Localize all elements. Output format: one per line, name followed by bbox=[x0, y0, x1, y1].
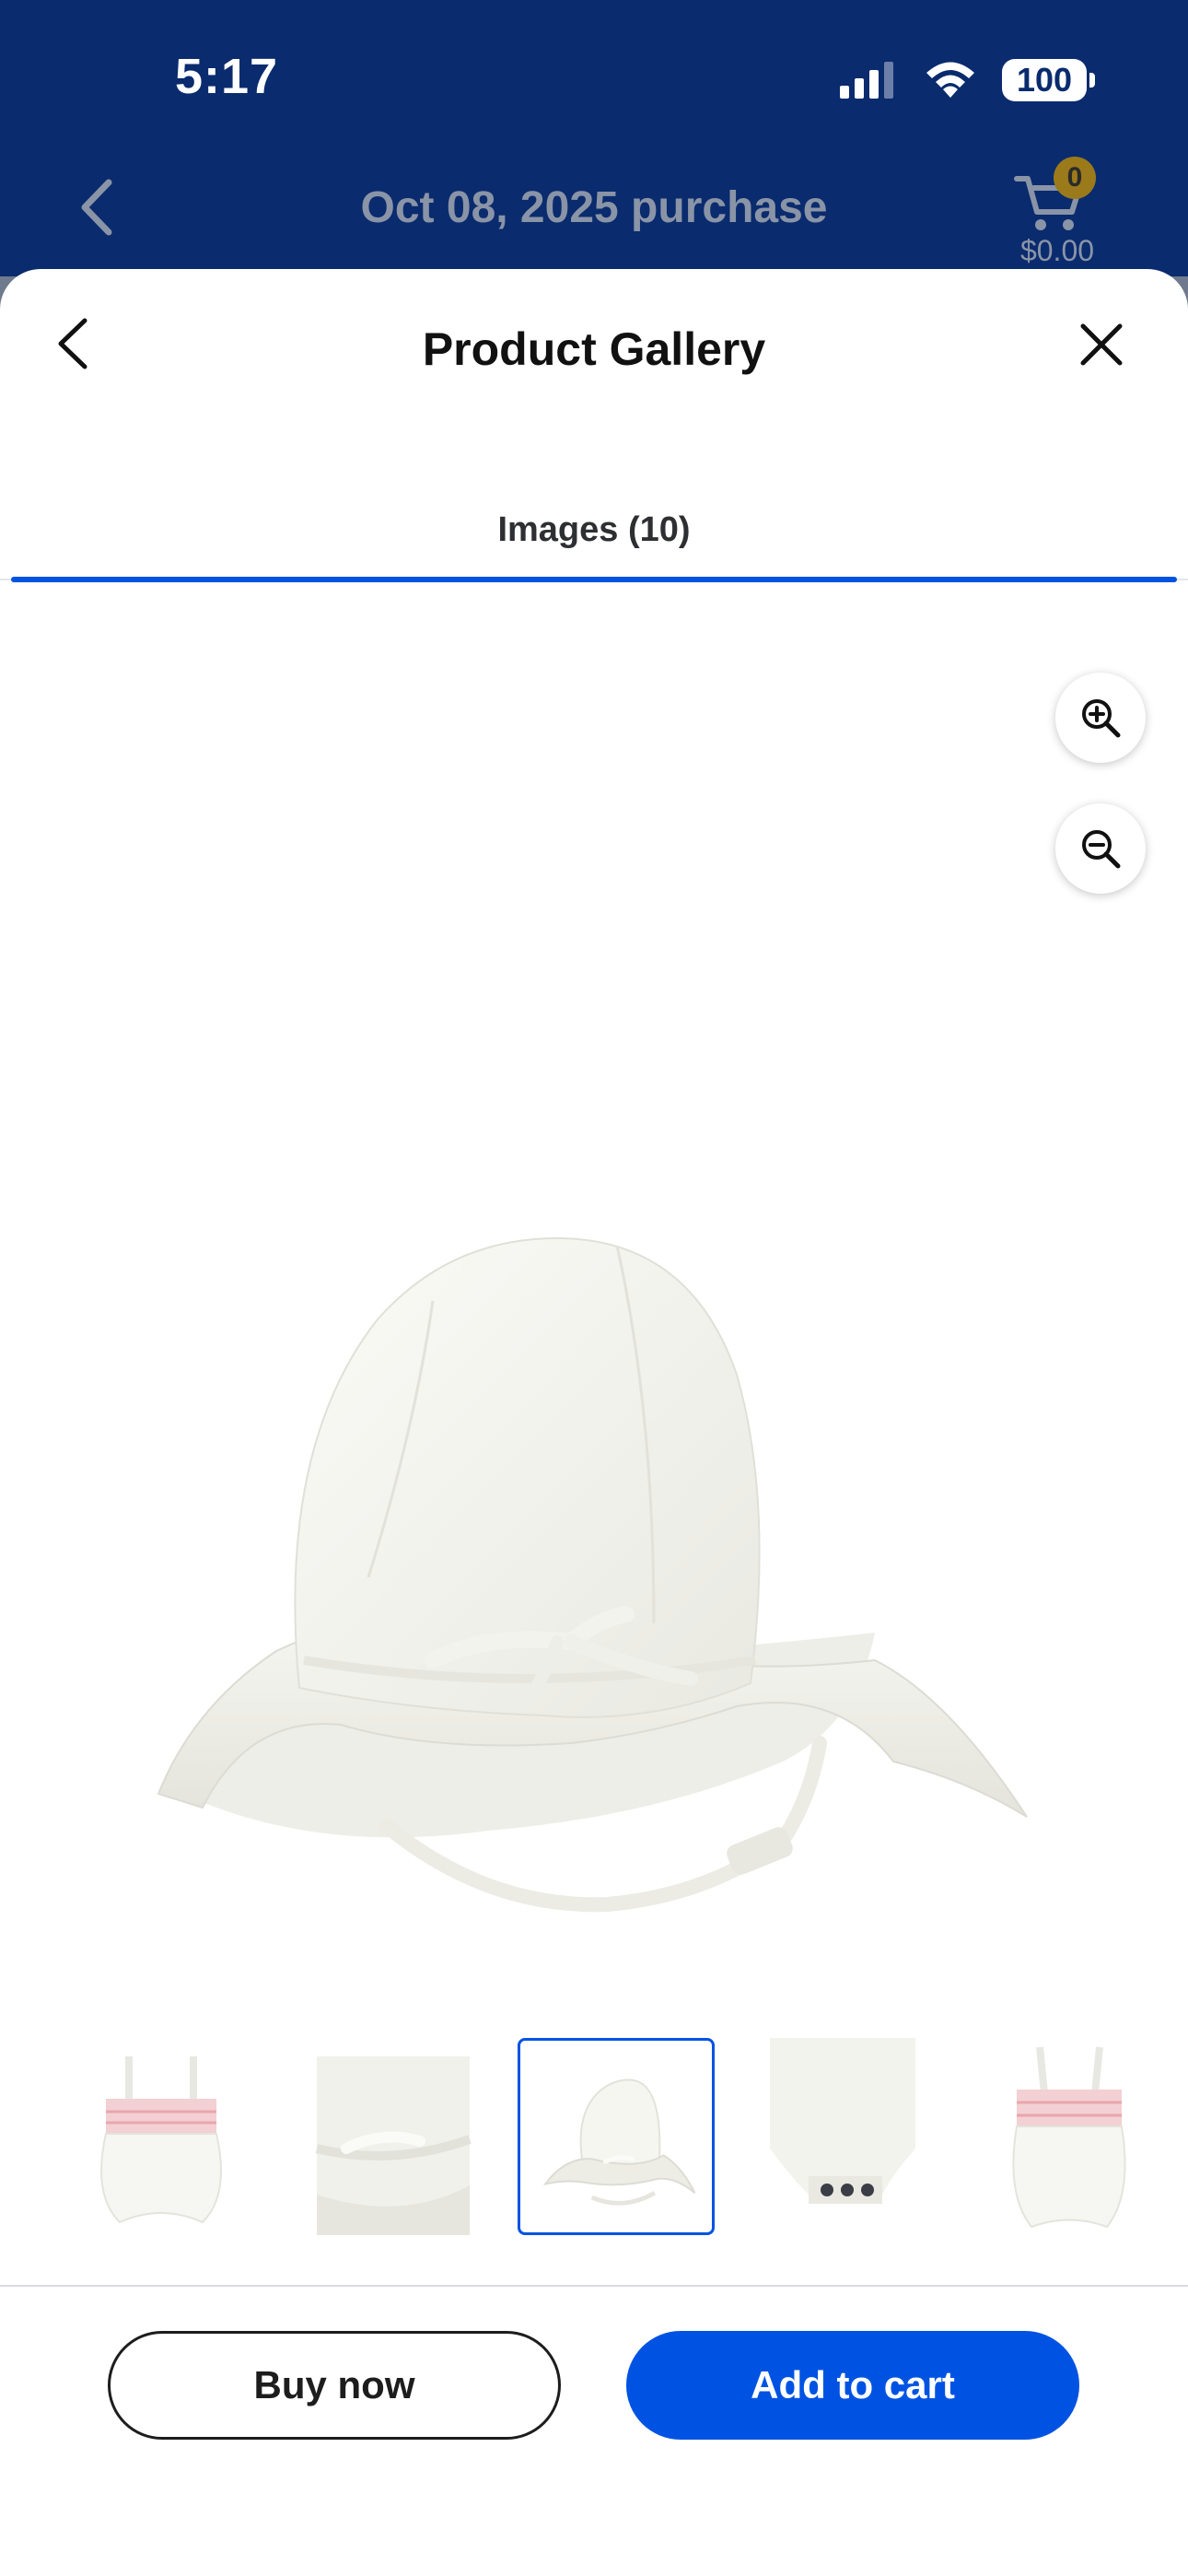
hat-detail-image bbox=[315, 2056, 472, 2235]
thumbnail-strip bbox=[0, 2038, 1188, 2259]
active-tab-indicator bbox=[11, 577, 1177, 582]
cart-button[interactable]: 0 $0.00 bbox=[1002, 157, 1103, 267]
cellular-signal-icon bbox=[840, 62, 893, 99]
cart-total: $0.00 bbox=[1019, 234, 1095, 267]
product-gallery-sheet: Product Gallery Images (10) Buy now Add … bbox=[0, 269, 1188, 2576]
zoom-in-icon bbox=[1082, 699, 1121, 738]
romper-front-image bbox=[100, 2056, 222, 2224]
product-image-hat[interactable] bbox=[138, 932, 1041, 1964]
thumbnail-romper-back[interactable] bbox=[971, 2038, 1168, 2235]
thumbnail-romper-front[interactable] bbox=[64, 2038, 262, 2235]
buy-now-button[interactable]: Buy now bbox=[108, 2331, 561, 2440]
status-icons: 100 bbox=[838, 57, 1095, 103]
romper-snaps-image bbox=[770, 2038, 915, 2204]
hat-thumbnail-image bbox=[542, 2078, 696, 2206]
app-header: 5:17 100 Oct 08, 2025 purchase 0 $0.00 bbox=[0, 0, 1188, 276]
thumbnail-romper-snaps[interactable] bbox=[744, 2038, 941, 2235]
status-time: 5:17 bbox=[175, 49, 279, 104]
thumbnail-hat-detail[interactable] bbox=[291, 2038, 488, 2235]
tab-images[interactable]: Images (10) bbox=[11, 499, 1177, 582]
bottom-action-bar: Buy now Add to cart bbox=[0, 2285, 1188, 2576]
close-icon[interactable] bbox=[1076, 319, 1127, 370]
gallery-tabs: Images (10) bbox=[0, 499, 1188, 582]
cart-count-badge: 0 bbox=[1054, 157, 1096, 199]
zoom-in-button[interactable] bbox=[1055, 673, 1146, 763]
tab-images-label: Images (10) bbox=[497, 510, 691, 549]
romper-back-image bbox=[1012, 2046, 1126, 2229]
thumbnail-hat-selected[interactable] bbox=[518, 2038, 715, 2235]
sheet-title: Product Gallery bbox=[422, 323, 766, 375]
wifi-icon bbox=[926, 62, 974, 98]
zoom-out-button[interactable] bbox=[1055, 803, 1146, 894]
zoom-out-icon bbox=[1082, 830, 1121, 869]
add-to-cart-button[interactable]: Add to cart bbox=[626, 2331, 1079, 2440]
battery-indicator: 100 bbox=[1002, 59, 1095, 101]
